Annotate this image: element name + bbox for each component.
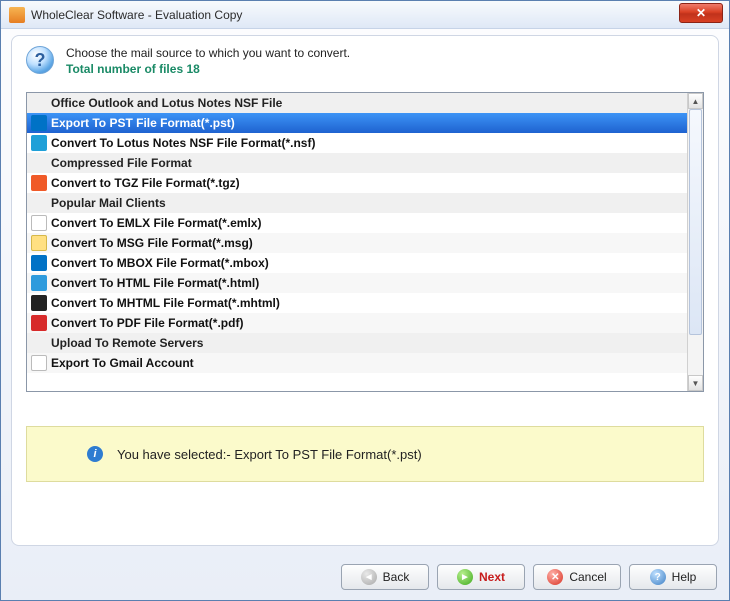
emlx-icon — [31, 215, 47, 231]
list-item[interactable]: Convert To EMLX File Format(*.emlx) — [27, 213, 687, 233]
list-item-label: Convert To Lotus Notes NSF File Format(*… — [51, 136, 315, 150]
main-panel: ? Choose the mail source to which you wa… — [11, 35, 719, 546]
list-group-header: Office Outlook and Lotus Notes NSF File — [27, 93, 687, 113]
scroll-down-button[interactable]: ▼ — [688, 375, 703, 391]
gmail-icon: M — [31, 355, 47, 371]
list-group-header: Upload To Remote Servers — [27, 333, 687, 353]
list-item-label: Convert To HTML File Format(*.html) — [51, 276, 259, 290]
instruction-text: Choose the mail source to which you want… — [66, 46, 350, 76]
list-group-header: Compressed File Format — [27, 153, 687, 173]
list-item[interactable]: M Export To Gmail Account — [27, 353, 687, 373]
selection-notice: i You have selected:- Export To PST File… — [26, 426, 704, 482]
list-item[interactable]: Export To PST File Format(*.pst) — [27, 113, 687, 133]
content-area: ? Choose the mail source to which you wa… — [1, 29, 729, 556]
next-icon: ► — [457, 569, 473, 585]
list-item-label: Convert To EMLX File Format(*.emlx) — [51, 216, 261, 230]
instruction-line2: Total number of files 18 — [66, 62, 350, 76]
scrollbar[interactable]: ▲ ▼ — [687, 93, 703, 391]
app-window: WholeClear Software - Evaluation Copy ✕ … — [0, 0, 730, 601]
list-item-label: Export To Gmail Account — [51, 356, 194, 370]
app-icon — [9, 7, 25, 23]
back-button[interactable]: ◄ Back — [341, 564, 429, 590]
list-item[interactable]: Convert To MHTML File Format(*.mhtml) — [27, 293, 687, 313]
scroll-up-button[interactable]: ▲ — [688, 93, 703, 109]
list-item-label: Convert To MSG File Format(*.msg) — [51, 236, 253, 250]
titlebar: WholeClear Software - Evaluation Copy ✕ — [1, 1, 729, 29]
info-icon: i — [87, 446, 103, 462]
list-item[interactable]: Convert To Lotus Notes NSF File Format(*… — [27, 133, 687, 153]
format-list: Office Outlook and Lotus Notes NSF File E… — [27, 93, 687, 391]
help-icon: ? — [26, 46, 54, 74]
list-item-label: Export To PST File Format(*.pst) — [51, 116, 235, 130]
scroll-thumb[interactable] — [689, 109, 702, 335]
html-icon — [31, 275, 47, 291]
instruction-line1: Choose the mail source to which you want… — [66, 46, 350, 60]
next-button[interactable]: ► Next — [437, 564, 525, 590]
tgz-icon — [31, 175, 47, 191]
pdf-icon — [31, 315, 47, 331]
instruction-header: ? Choose the mail source to which you wa… — [26, 46, 704, 76]
mhtml-icon — [31, 295, 47, 311]
list-item-label: Convert To MHTML File Format(*.mhtml) — [51, 296, 280, 310]
cancel-button[interactable]: ✕ Cancel — [533, 564, 621, 590]
help-button[interactable]: ? Help — [629, 564, 717, 590]
nsf-icon — [31, 135, 47, 151]
help-button-icon: ? — [650, 569, 666, 585]
footer-buttons: ◄ Back ► Next ✕ Cancel ? Help — [1, 556, 729, 600]
list-item-label: Convert to TGZ File Format(*.tgz) — [51, 176, 240, 190]
list-item-label: Convert To MBOX File Format(*.mbox) — [51, 256, 269, 270]
close-button[interactable]: ✕ — [679, 3, 723, 23]
list-item[interactable]: Convert to TGZ File Format(*.tgz) — [27, 173, 687, 193]
format-listbox: Office Outlook and Lotus Notes NSF File E… — [26, 92, 704, 392]
list-item[interactable]: Convert To PDF File Format(*.pdf) — [27, 313, 687, 333]
list-item-label: Convert To PDF File Format(*.pdf) — [51, 316, 243, 330]
list-item[interactable]: Convert To MBOX File Format(*.mbox) — [27, 253, 687, 273]
list-item[interactable]: Convert To HTML File Format(*.html) — [27, 273, 687, 293]
list-group-header: Popular Mail Clients — [27, 193, 687, 213]
selected-format: Export To PST File Format(*.pst) — [234, 447, 421, 462]
msg-icon — [31, 235, 47, 251]
mbox-icon — [31, 255, 47, 271]
scroll-track[interactable] — [688, 109, 703, 375]
close-icon: ✕ — [696, 6, 706, 20]
cancel-icon: ✕ — [547, 569, 563, 585]
outlook-icon — [31, 115, 47, 131]
file-count: 18 — [186, 62, 199, 76]
window-title: WholeClear Software - Evaluation Copy — [31, 8, 242, 22]
back-icon: ◄ — [361, 569, 377, 585]
selection-text: You have selected:- Export To PST File F… — [117, 447, 422, 462]
list-item[interactable]: Convert To MSG File Format(*.msg) — [27, 233, 687, 253]
